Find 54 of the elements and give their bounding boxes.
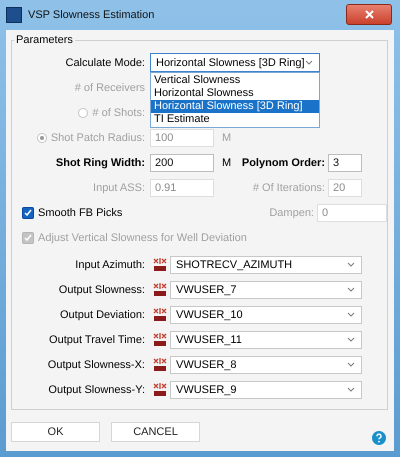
chevron-icon (347, 262, 355, 267)
header-attribute-icon (153, 382, 167, 396)
field-label: Shot Ring Width: (56, 156, 145, 168)
app-icon (6, 7, 22, 23)
field-label: Output Slowness-X: (48, 358, 145, 370)
dropdown-option[interactable]: TI Estimate (151, 113, 319, 126)
checkbox-label: Smooth FB Picks (38, 206, 122, 218)
header-attribute-icon (153, 258, 167, 272)
close-button[interactable] (346, 4, 392, 25)
chevron-icon (347, 387, 355, 392)
header-dropdown[interactable]: VWUSER_10 (170, 306, 362, 324)
chevron-icon (305, 60, 313, 65)
chevron-icon (347, 337, 355, 342)
field-label: Output Deviation: (60, 308, 145, 320)
help-icon[interactable] (372, 431, 386, 445)
dialog-button[interactable]: OK (11, 422, 100, 442)
field-label: Shot Patch Radius: (50, 132, 145, 144)
input-field[interactable]: 3 (328, 154, 362, 172)
field-label: Output Slowness: (58, 284, 145, 296)
header-dropdown[interactable]: VWUSER_8 (170, 356, 362, 374)
header-dropdown[interactable]: VWUSER_7 (170, 280, 362, 298)
header-dropdown[interactable]: SHOTRECV_AZIMUTH (170, 256, 362, 274)
close-icon (364, 10, 374, 19)
field-label: Input ASS: (93, 182, 145, 194)
dropdown-option[interactable]: Horizontal Slowness (151, 87, 319, 100)
checkbox-label: Adjust Vertical Slowness for Well Deviation (38, 232, 247, 244)
field-label: Calculate Mode: (66, 56, 145, 68)
chevron-icon (347, 362, 355, 367)
chevron-icon (347, 287, 355, 292)
chevron-icon (347, 312, 355, 317)
group-title: Parameters (15, 34, 74, 46)
header-dropdown[interactable]: VWUSER_11 (170, 330, 362, 348)
field-label: # of Shots: (92, 106, 145, 118)
header-dropdown[interactable]: VWUSER_9 (170, 380, 362, 398)
input-field[interactable]: 200 (150, 154, 214, 172)
unit-label: M (221, 132, 232, 144)
field-label: Polynom Order: (242, 156, 325, 168)
dialog-button[interactable]: CANCEL (111, 422, 200, 442)
checkbox[interactable] (22, 206, 34, 218)
unit-label: M (221, 156, 232, 168)
mode-dropdown[interactable]: Horizontal Slowness [3D Ring] (150, 53, 320, 72)
field-label: Output Travel Time: (49, 334, 145, 346)
dropdown-option[interactable]: Horizontal Slowness [3D Ring] (151, 100, 319, 113)
field-label: Input Azimuth: (75, 258, 145, 270)
field-label: Dampen: (269, 206, 314, 218)
field-label: Output Slowness-Y: (48, 384, 145, 396)
header-attribute-icon (153, 282, 167, 296)
window-title: VSP Slowness Estimation (28, 9, 154, 21)
field-label: # of Receivers (74, 82, 145, 94)
field-label: # Of Iterations: (252, 182, 325, 194)
header-attribute-icon (153, 358, 167, 372)
header-attribute-icon (153, 308, 167, 322)
header-attribute-icon (153, 332, 167, 346)
dropdown-option[interactable]: Vertical Slowness (151, 74, 319, 87)
